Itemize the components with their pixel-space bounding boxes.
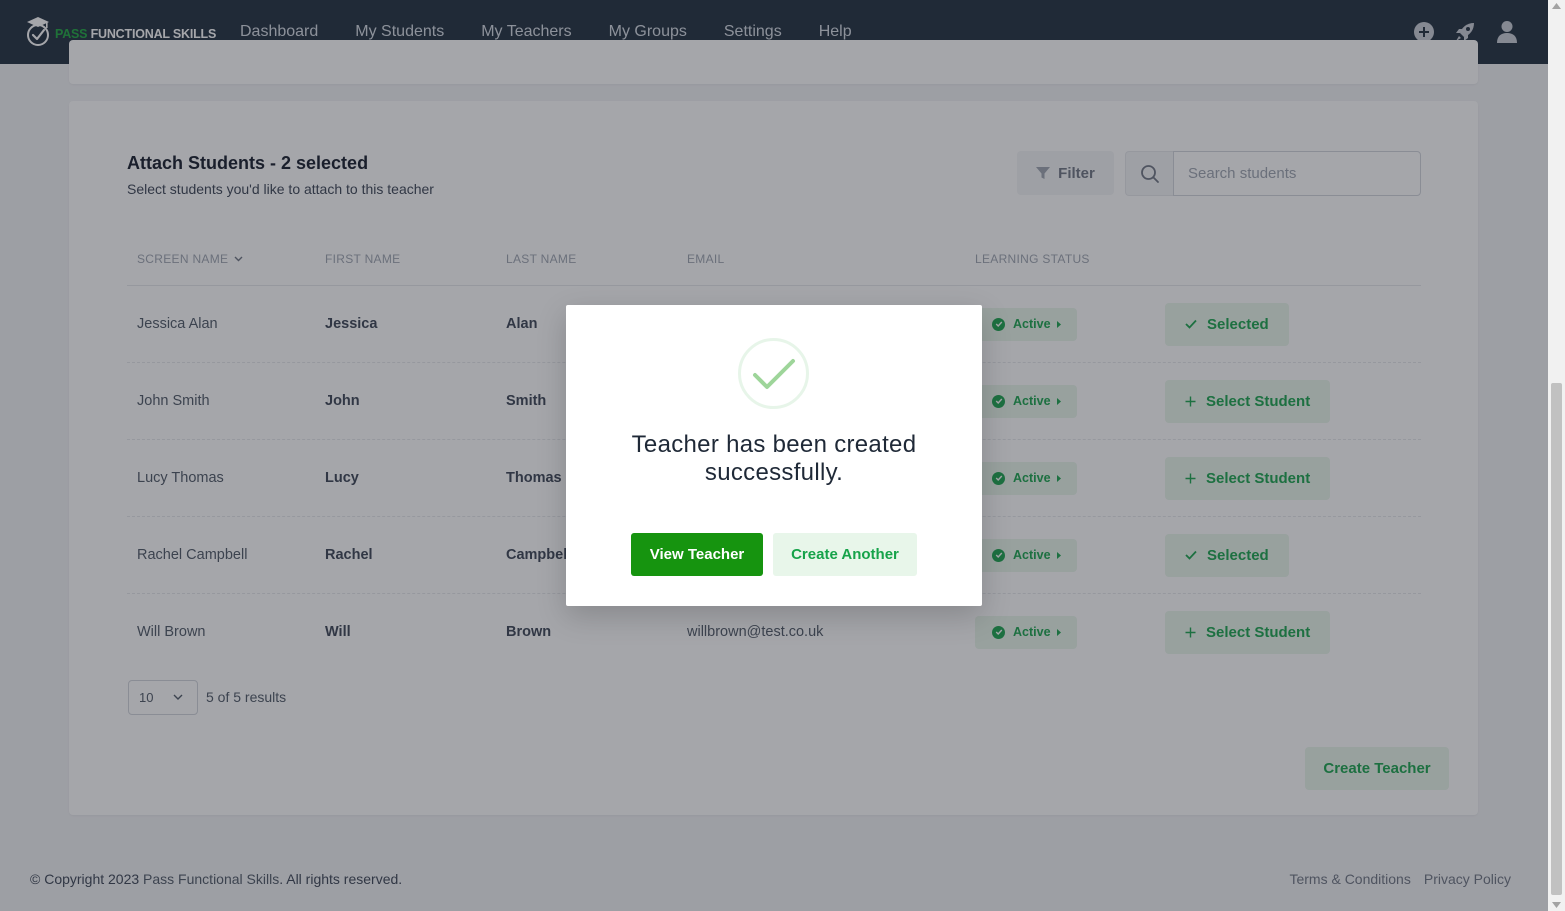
success-modal: Teacher has been created successfully. V… — [566, 305, 982, 606]
scroll-up-arrow-icon[interactable] — [1552, 3, 1561, 9]
success-check-icon — [738, 338, 809, 409]
create-another-button[interactable]: Create Another — [773, 533, 917, 576]
success-message: Teacher has been created successfully. — [631, 431, 917, 486]
page-scrollbar[interactable] — [1548, 0, 1565, 911]
scroll-thumb[interactable] — [1551, 383, 1562, 895]
scroll-down-arrow-icon[interactable] — [1552, 902, 1561, 908]
view-teacher-button[interactable]: View Teacher — [631, 533, 763, 576]
